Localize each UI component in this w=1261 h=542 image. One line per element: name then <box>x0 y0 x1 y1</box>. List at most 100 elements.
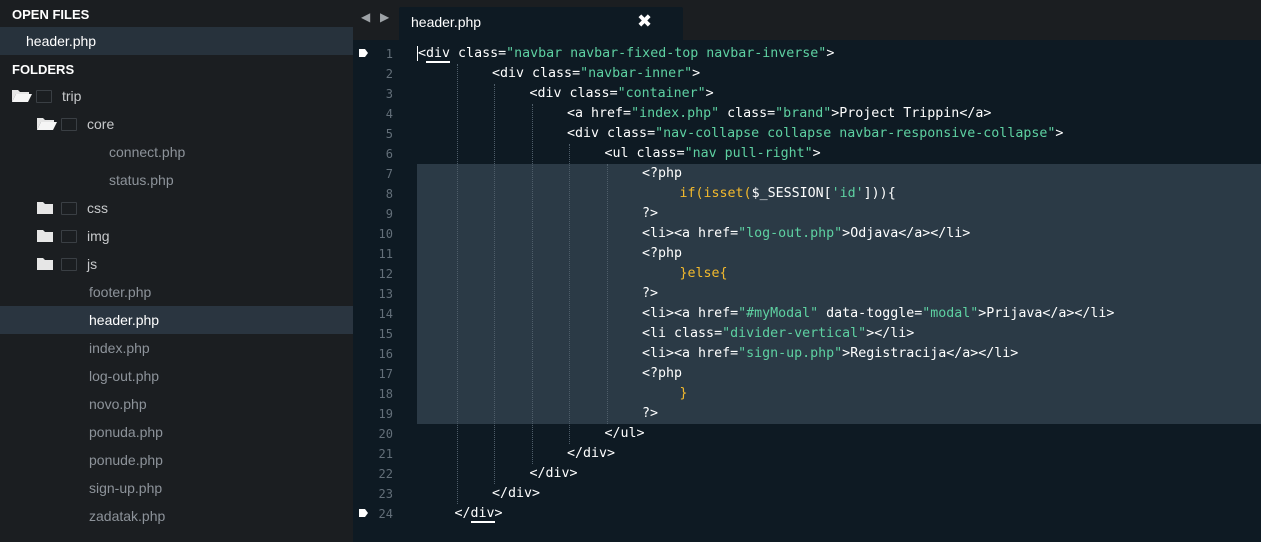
line-number: 3 <box>385 87 393 101</box>
code-token: <li><a <box>642 226 691 241</box>
code-token: isset( <box>703 186 752 201</box>
code-token: Project Trippin <box>839 106 960 121</box>
line-number: 15 <box>378 327 393 341</box>
tree-file-item[interactable]: index.php <box>0 334 353 362</box>
tree-folder-item[interactable]: js <box>0 250 353 278</box>
tree-file-item[interactable]: connect.php <box>0 138 353 166</box>
code-token: data-toggle= <box>818 306 923 321</box>
code-line: <li><a href="#myModal" data-toggle="moda… <box>642 304 1114 324</box>
line-number: 16 <box>378 347 393 361</box>
tree-file-item[interactable]: ponuda.php <box>0 418 353 446</box>
code-token: ?> <box>642 286 659 301</box>
line-number: 17 <box>378 367 393 381</box>
close-icon[interactable]: ✖ <box>637 11 652 32</box>
code-token: href= <box>690 346 739 361</box>
code-token: }else{ <box>679 266 728 281</box>
code-token: </div> <box>529 466 578 481</box>
line-number: 22 <box>378 467 393 481</box>
code-line: <li><a href="sign-up.php">Registracija</… <box>642 344 1018 364</box>
tree-file-item[interactable]: status.php <box>0 166 353 194</box>
code-line: </div> <box>492 484 540 504</box>
tree-file-item[interactable]: zadatak.php <box>0 502 353 530</box>
line-number: 5 <box>385 127 393 141</box>
indent-guide <box>456 64 458 504</box>
line-number: 20 <box>378 427 393 441</box>
tree-folder-item[interactable]: trip <box>0 82 353 110</box>
code-token: href= <box>690 226 739 241</box>
code-line: <li><a href="log-out.php">Odjava</a></li… <box>642 224 970 244</box>
code-token: </a> <box>959 106 992 121</box>
code-token: < <box>417 46 427 61</box>
code-token: <li><a <box>642 346 691 361</box>
tree-file-item[interactable]: header.php <box>0 306 353 334</box>
code-line: if(isset($_SESSION['id'])){ <box>680 184 896 204</box>
code-token: > <box>842 346 851 361</box>
folder-outline-icon <box>36 90 52 103</box>
tree-file-item[interactable]: sign-up.php <box>0 474 353 502</box>
code-token: > <box>826 46 835 61</box>
folder-outline-icon <box>61 202 77 215</box>
tree-item-label: css <box>87 200 108 216</box>
bookmark-icon[interactable] <box>359 49 368 57</box>
tree-file-item[interactable]: footer.php <box>0 278 353 306</box>
code-token: </a></li> <box>898 226 971 241</box>
code-line: <ul class="nav pull-right"> <box>605 144 821 164</box>
tree-folder-item[interactable]: img <box>0 222 353 250</box>
code-token: <?php <box>642 166 683 181</box>
open-file-item[interactable]: header.php <box>0 27 353 55</box>
code-token: <ul <box>604 146 629 161</box>
folder-outline-icon <box>61 118 77 131</box>
code-line: <a href="index.php" class="brand">Projec… <box>567 104 991 124</box>
code-token: class= <box>666 326 723 341</box>
bookmark-icon[interactable] <box>359 509 368 517</box>
code-editor[interactable]: 1 2 3 4 5 6 7 8 9 10 11 12 13 14 15 16 17 18 19 20 21 22 23 24 … <box>353 40 1261 542</box>
folder-tree: trip core connect.php status.php css img js foo… <box>0 82 353 530</box>
tab-nav-arrows-icon[interactable]: ◀ ▶ <box>361 10 392 24</box>
code-line: </div> <box>567 444 615 464</box>
sidebar: OPEN FILES header.php FOLDERS trip core co… <box>0 0 353 542</box>
code-token: "modal" <box>922 306 979 321</box>
code-token: Registracija <box>850 346 947 361</box>
tree-item-label: core <box>87 116 115 132</box>
code-token: <div <box>567 126 600 141</box>
tree-folder-item[interactable]: core <box>0 110 353 138</box>
tree-file-item[interactable]: ponude.php <box>0 446 353 474</box>
code-token: div <box>470 506 495 523</box>
code-token: "nav-collapse collapse navbar-responsive… <box>655 126 1056 141</box>
tree-item-label: trip <box>62 88 82 104</box>
code-line: <?php <box>642 364 682 384</box>
indent-guide <box>606 164 608 424</box>
tree-item-label: status.php <box>109 172 174 188</box>
folder-outline-icon <box>61 258 77 271</box>
code-token: class= <box>524 66 581 81</box>
open-files-header: OPEN FILES <box>0 0 353 27</box>
folder-outline-icon <box>61 230 77 243</box>
line-number: 12 <box>378 267 393 281</box>
code-token: class= <box>450 46 507 61</box>
tree-item-label: novo.php <box>89 396 147 412</box>
code-token: } <box>679 386 688 401</box>
open-files-list: header.php <box>0 27 353 55</box>
code-token: class= <box>719 106 776 121</box>
tree-folder-item[interactable]: css <box>0 194 353 222</box>
code-token: </a></li> <box>1042 306 1115 321</box>
line-number: 4 <box>385 107 393 121</box>
code-token: <div <box>492 66 525 81</box>
code-token: "navbar-inner" <box>580 66 693 81</box>
code-token: > <box>705 86 714 101</box>
code-token: </a></li> <box>946 346 1019 361</box>
tab-header-php[interactable]: header.php ✖ <box>399 7 683 40</box>
tree-file-item[interactable]: log-out.php <box>0 362 353 390</box>
tree-file-item[interactable]: novo.php <box>0 390 353 418</box>
code-line: ?> <box>642 204 658 224</box>
code-token: > <box>494 506 503 521</box>
code-line: } <box>680 384 688 404</box>
tree-item-label: footer.php <box>89 284 152 300</box>
line-number: 19 <box>378 407 393 421</box>
code-token: > <box>812 146 821 161</box>
tree-item-label: js <box>87 256 98 272</box>
code-token: "sign-up.php" <box>738 346 843 361</box>
code-line: <div class="navbar navbar-fixed-top navb… <box>417 44 834 64</box>
code-token: <li><a <box>642 306 691 321</box>
code-token: class= <box>628 146 685 161</box>
